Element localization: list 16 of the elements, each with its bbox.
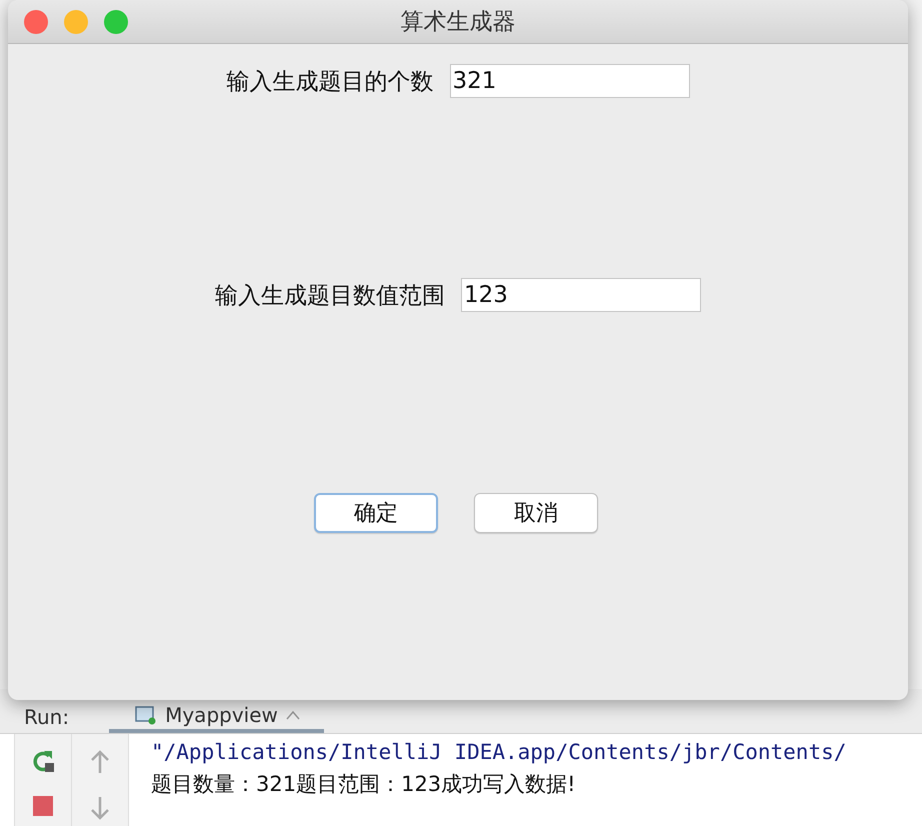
cancel-button[interactable]: 取消 <box>474 493 598 533</box>
console-line: 题目数量：321题目范围：123成功写入数据! <box>151 771 577 798</box>
input-field[interactable]: 123 <box>461 278 701 312</box>
down-arrow-icon[interactable] <box>90 796 110 820</box>
up-arrow-icon[interactable] <box>90 750 110 774</box>
window-icon <box>135 705 158 725</box>
confirm-button[interactable]: 确定 <box>314 493 438 533</box>
console-line: "/Applications/IntelliJ IDEA.app/Contents/jbr/Contents/ <box>151 739 846 766</box>
input-field[interactable]: 321 <box>450 64 690 98</box>
field-label: 输入生成题目的个数 <box>226 68 434 96</box>
run-label: Run: <box>24 705 70 731</box>
field-label: 输入生成题目数值范围 <box>215 282 445 310</box>
close-button[interactable] <box>24 10 48 34</box>
window-title: 算术生成器 <box>400 8 516 37</box>
zoom-button[interactable] <box>104 10 128 34</box>
minimize-button[interactable] <box>64 10 88 34</box>
